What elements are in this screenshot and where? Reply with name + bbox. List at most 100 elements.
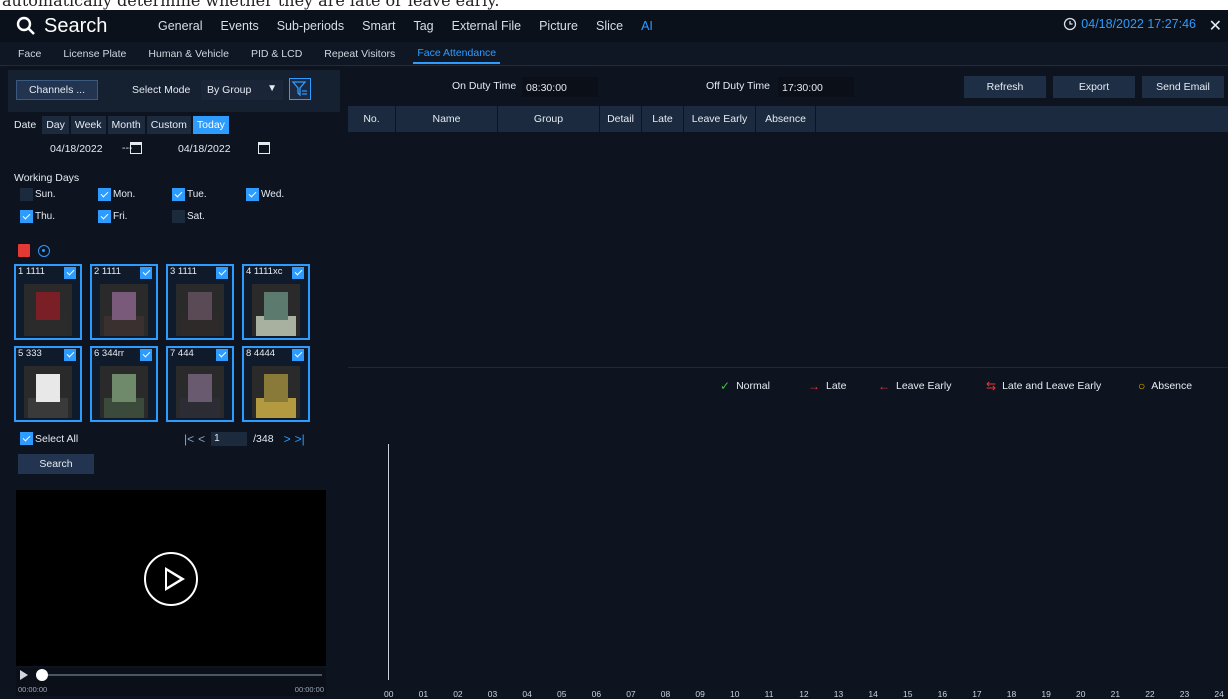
weekday-label: Fri. [113,211,128,222]
checkbox-checked-icon[interactable] [140,349,152,361]
date-from-value: 04/18/2022 [50,143,103,155]
top-bar: Search General Events Sub-periods Smart Tag E… [0,10,1228,42]
subtab-human-vehicle[interactable]: Human & Vehicle [144,45,233,63]
next-page-icon[interactable]: > [284,432,291,446]
first-page-icon[interactable]: |< [184,432,194,446]
checkbox-checked-icon[interactable] [216,267,228,279]
date-custom-button[interactable]: Custom [146,116,191,134]
tab-external-file[interactable]: External File [452,19,521,33]
working-days-grid: Sun. Mon. Tue. Wed. Thu. Fri. Sat. [20,188,330,228]
trash-icon[interactable] [18,244,30,257]
tab-events[interactable]: Events [220,19,258,33]
face-card[interactable]: 5 333 [14,346,82,422]
legend-label: Absence [1151,380,1193,392]
select-all-checkbox[interactable]: Select All [20,432,78,445]
caption-text: automatically determine whether they are… [2,0,500,10]
page-total: /348 [253,433,274,445]
tab-slice[interactable]: Slice [596,19,623,33]
weekday-wed[interactable]: Wed. [246,188,284,201]
duty-controls: On Duty Time 08:30:00 Off Duty Time 17:3… [348,76,1228,98]
select-mode-dropdown[interactable]: By Group ▼ [201,80,283,100]
date-to-value: 04/18/2022 [178,143,231,155]
on-duty-input[interactable]: 08:30:00 [522,77,598,97]
face-card[interactable]: 1 1111 [14,264,82,340]
date-week-button[interactable]: Week [70,116,106,134]
refresh-button[interactable]: Refresh [964,76,1046,98]
weekday-thu[interactable]: Thu. [20,210,55,223]
attendance-table-body [348,132,1228,368]
checkbox-empty-icon [172,210,185,223]
video-progress-track[interactable] [38,674,322,676]
subtab-license-plate[interactable]: License Plate [59,45,130,63]
face-card[interactable]: 6 344rr [90,346,158,422]
weekday-sun[interactable]: Sun. [20,188,56,201]
off-duty-label: Off Duty Time [706,80,770,92]
legend-leave-early-icon: ← [878,379,890,393]
date-day-button[interactable]: Day [42,116,69,134]
subtab-face[interactable]: Face [14,45,45,63]
checkbox-checked-icon[interactable] [216,349,228,361]
face-card[interactable]: 3 1111 [166,264,234,340]
chart-y-axis [388,444,389,680]
prev-page-icon[interactable]: < [198,432,205,446]
tab-general[interactable]: General [158,19,202,33]
weekday-mon[interactable]: Mon. [98,188,135,201]
tab-tag[interactable]: Tag [413,19,433,33]
subtab-face-attendance[interactable]: Face Attendance [413,44,501,64]
channels-button[interactable]: Channels ... [16,80,98,100]
off-duty-input[interactable]: 17:30:00 [778,77,854,97]
calendar-icon[interactable] [258,142,270,154]
video-progress-knob[interactable] [36,669,48,681]
legend-late: → Late [808,379,846,393]
face-card[interactable]: 8 4444 [242,346,310,422]
face-thumbnail [252,284,300,336]
face-grid: 1 1111 2 1111 3 1111 4 1111xc 5 333 6 344rr 7 … [14,264,320,424]
page-input[interactable]: 1 [211,432,248,446]
date-range-buttons: Date Day Week Month Custom Today [8,114,340,136]
legend-leave-early: ← Leave Early [878,379,951,393]
export-button[interactable]: Export [1053,76,1135,98]
legend-absence: ○ Absence [1138,379,1192,393]
video-controls: 00:00:00 00:00:00 [16,668,326,696]
weekday-tue[interactable]: Tue. [172,188,207,201]
tab-ai[interactable]: AI [641,19,653,33]
tab-picture[interactable]: Picture [539,19,578,33]
face-card[interactable]: 2 1111 [90,264,158,340]
weekday-label: Thu. [35,211,56,222]
last-page-icon[interactable]: >| [295,432,305,446]
close-icon[interactable]: ✕ [1209,16,1222,36]
subtab-pid-lcd[interactable]: PID & LCD [247,45,306,63]
checkbox-checked-icon[interactable] [292,267,304,279]
subtab-repeat-visitors[interactable]: Repeat Visitors [320,45,399,63]
face-card[interactable]: 7 444 [166,346,234,422]
date-today-button[interactable]: Today [192,116,229,134]
tab-smart[interactable]: Smart [362,19,395,33]
filter-button[interactable] [289,78,311,100]
legend-absence-icon: ○ [1138,379,1146,393]
weekday-fri[interactable]: Fri. [98,210,127,223]
face-card[interactable]: 4 1111xc [242,264,310,340]
date-to-field[interactable]: 04/18/2022 [174,140,270,158]
checkbox-checked-icon[interactable] [64,267,76,279]
checkbox-checked-icon[interactable] [292,349,304,361]
timeline-chart: 00 01 02 03 04 05 06 07 08 09 10 11 12 13 14 15 16 17 18 19… [348,400,1228,699]
tab-sub-periods[interactable]: Sub-periods [277,19,344,33]
target-icon[interactable] [38,244,50,257]
face-pixel-block [112,374,136,402]
search-button[interactable]: Search [18,454,94,474]
legend-label: Normal [736,380,770,392]
clock-icon [1064,17,1077,31]
table-header: No. Name Group Detail Late Leave Early Absence [348,106,1228,132]
small-play-icon[interactable] [20,670,28,680]
send-email-button[interactable]: Send Email [1142,76,1224,98]
date-month-button[interactable]: Month [107,116,145,134]
weekday-label: Tue. [187,189,207,200]
face-pixel-block [36,292,60,320]
weekday-sat[interactable]: Sat. [172,210,205,223]
checkbox-checked-icon[interactable] [64,349,76,361]
checkbox-checked-icon[interactable] [140,267,152,279]
video-time-start: 00:00:00 [18,685,48,694]
app-title: Search [16,15,146,38]
face-pixel-block [36,374,60,402]
play-icon[interactable] [144,552,198,606]
